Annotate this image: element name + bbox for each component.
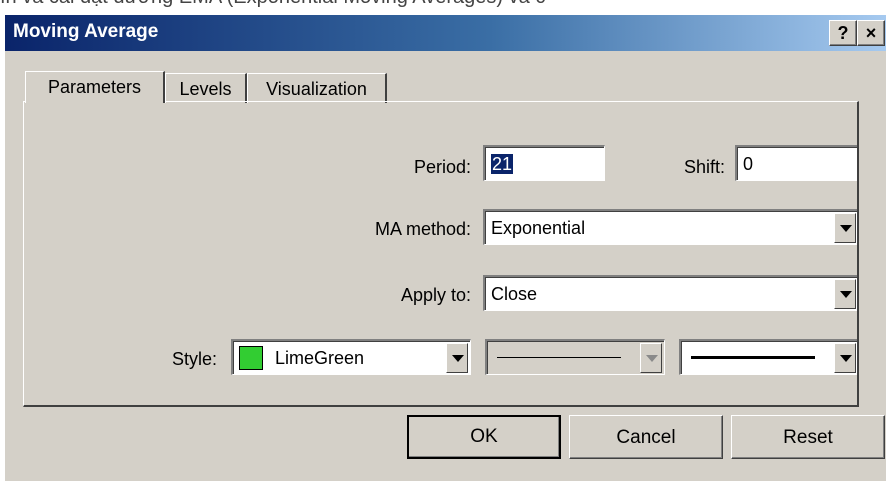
ok-button[interactable]: OK [407, 415, 561, 459]
cancel-button[interactable]: Cancel [569, 415, 723, 459]
tab-visualization-label: Visualization [266, 79, 367, 99]
close-button[interactable]: × [857, 20, 885, 46]
tab-levels-label: Levels [179, 79, 232, 99]
help-button[interactable]: ? [829, 20, 857, 46]
tab-parameters[interactable]: Parameters [25, 71, 165, 103]
dialog-title: Moving Average [13, 21, 159, 42]
moving-average-dialog: Moving Average ? × Parameters Levels Vis… [4, 14, 886, 481]
background-page-text: ìn và cài đặt đường EMA (Exponential Mov… [0, 0, 886, 8]
tab-levels[interactable]: Levels [165, 73, 247, 103]
tab-visualization[interactable]: Visualization [247, 73, 387, 103]
title-bar[interactable]: Moving Average ? × [5, 15, 886, 51]
tab-parameters-label: Parameters [47, 77, 142, 97]
reset-button[interactable]: Reset [731, 415, 885, 459]
parameters-panel [23, 101, 859, 407]
